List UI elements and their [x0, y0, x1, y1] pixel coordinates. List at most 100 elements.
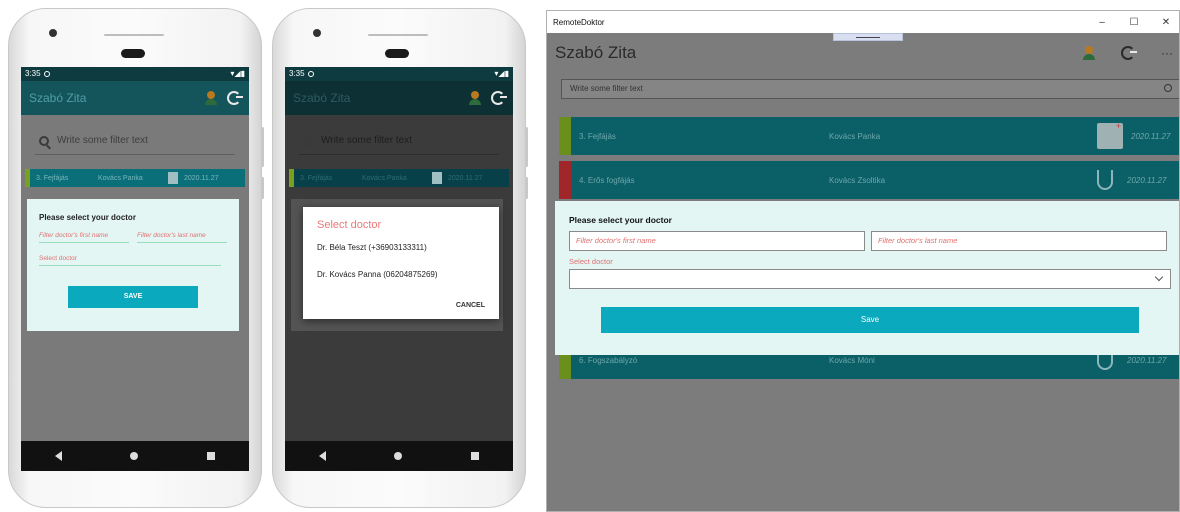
front-camera	[313, 29, 321, 37]
minimize-button[interactable]: –	[1097, 17, 1107, 28]
android-nav-bar	[21, 441, 249, 471]
stethoscope-icon	[1097, 170, 1113, 190]
android-nav-bar	[285, 441, 513, 471]
search-icon	[303, 135, 313, 146]
list-item-date: 2020.11.27	[184, 174, 219, 182]
list-item[interactable]: 3. Fejfájás Kovács Panka 2020.11.27	[559, 117, 1179, 155]
recents-icon[interactable]	[470, 452, 479, 460]
status-bar: 3:35 ▾◢▮	[21, 67, 249, 81]
back-icon[interactable]	[55, 451, 63, 461]
volume-button	[261, 127, 264, 167]
chevron-down-icon	[1154, 272, 1164, 282]
doctor-picker-dialog: Select doctor Dr. Béla Teszt (+369031333…	[303, 207, 499, 319]
speaker-grille	[385, 49, 409, 58]
first-name-field[interactable]: Filter doctor's first name	[39, 232, 129, 243]
urgent-flag-icon	[559, 161, 571, 199]
list-item[interactable]: 4. Erős fogfájás Kovács Zsoltika 2020.11…	[559, 161, 1179, 199]
maximize-button[interactable]: ☐	[1129, 17, 1139, 28]
save-button[interactable]: Save	[601, 307, 1139, 333]
home-icon[interactable]	[394, 452, 403, 460]
list-item-title: 6. Fogszabályzó	[579, 355, 638, 365]
search-icon[interactable]	[1164, 84, 1172, 92]
phone-screen: 3:35 ▾◢▮ Szabó Zita Write some filter te…	[285, 67, 513, 471]
speaker-grille	[121, 49, 145, 58]
last-name-field[interactable]: Filter doctor's last name	[137, 232, 227, 243]
signal-battery-icons: ▾◢▮	[494, 69, 509, 78]
volume-button	[525, 127, 528, 167]
recents-icon[interactable]	[206, 452, 215, 460]
avatar-icon[interactable]	[1083, 46, 1095, 60]
sync-icon	[307, 71, 314, 77]
status-time: 3:35	[25, 69, 41, 78]
page-title: Szabó Zita	[555, 43, 637, 62]
desktop-window: RemoteDoktor – ☐ ✕ Szabó Zita ··· Write …	[546, 10, 1180, 512]
list-item-date: 2020.11.27	[1127, 175, 1167, 185]
window-titlebar: RemoteDoktor – ☐ ✕	[547, 11, 1179, 33]
priority-flag-icon	[25, 169, 30, 187]
doctor-select[interactable]	[569, 269, 1171, 289]
page-title: Szabó Zita	[29, 91, 87, 105]
dialog-heading: Please select your doctor	[569, 215, 672, 225]
clipboard-icon	[168, 172, 178, 184]
app-bar: Szabó Zita	[285, 81, 513, 115]
last-name-field[interactable]: Filter doctor's last name	[871, 231, 1167, 251]
select-doctor-dialog: Please select your doctor Filter doctor'…	[555, 201, 1179, 355]
list-item-doctor: Kovács Panka	[362, 174, 407, 182]
phone-screen: 3:35 ▾◢▮ Szabó Zita Write some filter te…	[21, 67, 249, 471]
clipboard-icon	[432, 172, 442, 184]
status-bar: 3:35 ▾◢▮	[285, 67, 513, 81]
earpiece-line	[104, 34, 164, 36]
doctor-option[interactable]: Dr. Kovács Panna (06204875269)	[317, 270, 485, 279]
priority-flag-icon	[289, 169, 294, 187]
select-doctor-dialog: Please select your doctor Filter doctor'…	[27, 199, 239, 331]
list-item-title: 3. Fejfájás	[300, 174, 333, 182]
dialog-heading: Select doctor	[317, 219, 382, 231]
doctor-option[interactable]: Dr. Béla Teszt (+36903133311)	[317, 243, 485, 252]
list-item-doctor: Kovács Móni	[829, 355, 875, 365]
more-button[interactable]: ···	[1161, 46, 1173, 60]
doctor-select[interactable]: Select doctor	[39, 255, 221, 266]
close-button[interactable]: ✕	[1161, 17, 1171, 28]
search-icon	[39, 135, 49, 146]
list-item-date: 2020.11.27	[1131, 131, 1171, 141]
screenshot-stage: 3:35 ▾◢▮ Szabó Zita Write some filter te…	[0, 0, 1180, 512]
search-input[interactable]: Write some filter text	[35, 127, 235, 155]
back-icon[interactable]	[319, 451, 327, 461]
app-bar: Szabó Zita	[21, 81, 249, 115]
search-placeholder: Write some filter text	[57, 135, 148, 146]
status-time: 3:35	[289, 69, 305, 78]
save-button[interactable]: SAVE	[68, 286, 198, 308]
search-placeholder: Write some filter text	[570, 84, 643, 93]
dialog-heading: Please select your doctor	[39, 213, 136, 222]
avatar-icon	[469, 91, 481, 105]
window-title: RemoteDoktor	[553, 17, 605, 27]
list-item: 3. Fejfájás Kovács Panka 2020.11.27	[289, 169, 509, 187]
list-item-title: 3. Fejfájás	[36, 174, 69, 182]
phone-left: 3:35 ▾◢▮ Szabó Zita Write some filter te…	[8, 8, 264, 508]
logout-icon[interactable]	[227, 91, 243, 105]
power-button	[525, 177, 528, 199]
power-button	[261, 177, 264, 199]
logout-icon	[491, 91, 507, 105]
earpiece-line	[368, 34, 428, 36]
list-item[interactable]: 3. Fejfájás Kovács Panka 2020.11.27	[25, 169, 245, 187]
cancel-button[interactable]: CANCEL	[456, 302, 485, 309]
phone-right: 3:35 ▾◢▮ Szabó Zita Write some filter te…	[272, 8, 528, 508]
list-item-title: 3. Fejfájás	[579, 131, 616, 141]
list-item-doctor: Kovács Zsoltika	[829, 175, 886, 185]
clipboard-icon	[1097, 121, 1123, 149]
search-placeholder: Write some filter text	[321, 135, 412, 146]
logout-icon[interactable]	[1121, 46, 1137, 60]
list-item-date: 2020.11.27	[448, 174, 483, 182]
page-title: Szabó Zita	[293, 91, 351, 105]
search-input[interactable]: Write some filter text	[561, 79, 1179, 99]
home-icon[interactable]	[130, 452, 139, 460]
avatar-icon[interactable]	[205, 91, 217, 105]
signal-battery-icons: ▾◢▮	[230, 69, 245, 78]
first-name-field[interactable]: Filter doctor's first name	[569, 231, 865, 251]
sync-icon	[43, 71, 50, 77]
list-item-title: 4. Erős fogfájás	[579, 175, 635, 185]
list-item-date: 2020.11.27	[1127, 355, 1167, 365]
list-item-doctor: Kovács Panka	[829, 131, 881, 141]
app-header: Szabó Zita ···	[547, 33, 1179, 73]
